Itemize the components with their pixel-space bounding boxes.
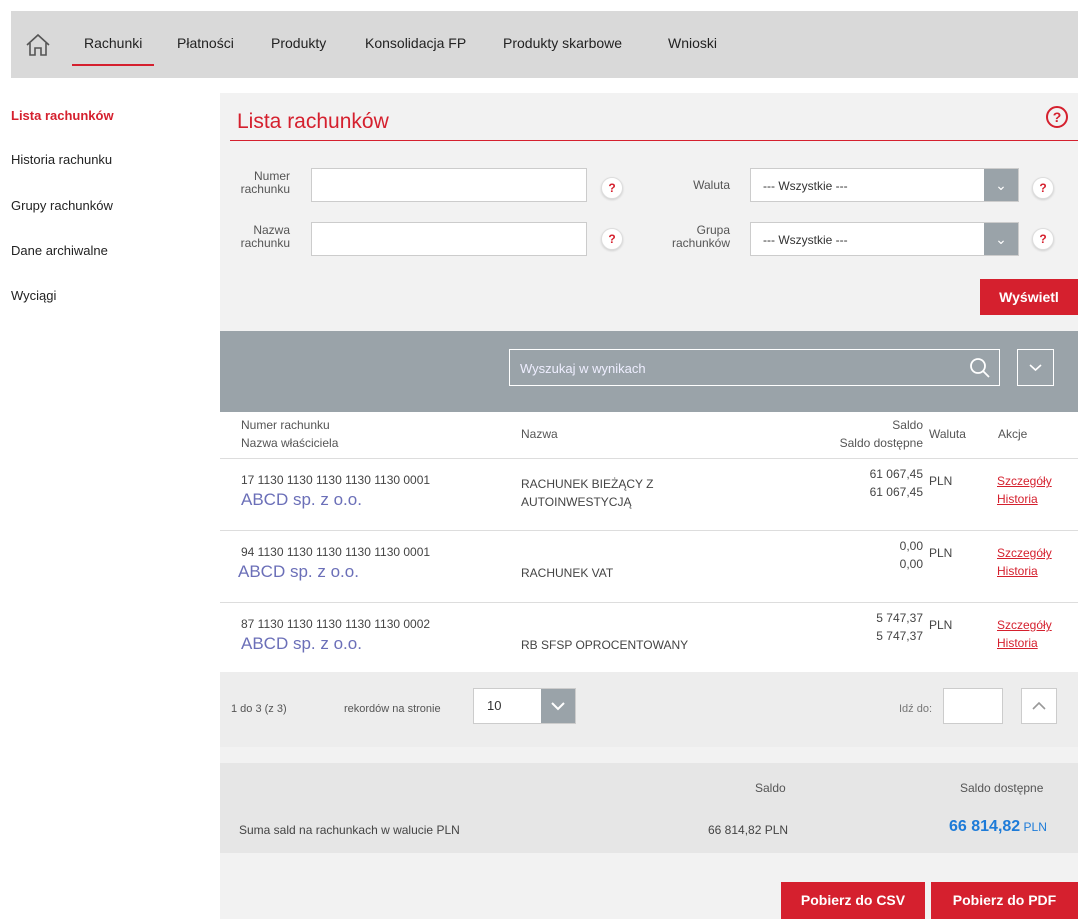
saldo-values: 0,00 0,00	[899, 539, 923, 571]
search-bar: Wyszukaj w wynikach	[220, 331, 1078, 412]
top-navigation: Rachunki Płatności Produkty Konsolidacja…	[11, 11, 1078, 78]
row-actions: Szczegóły Historia	[997, 616, 1052, 652]
account-number: 87 1130 1130 1130 1130 1130 0002	[241, 617, 431, 631]
sidebar-item-dane-archiwalne[interactable]: Dane archiwalne	[11, 243, 108, 258]
sidebar-item-historia[interactable]: Historia rachunku	[11, 152, 112, 167]
history-link[interactable]: Historia	[997, 634, 1052, 652]
summary-available-header: Saldo dostępne	[960, 781, 1044, 795]
currency-help-icon[interactable]: ?	[1032, 177, 1054, 199]
group-help-icon[interactable]: ?	[1032, 228, 1054, 250]
header-actions: Akcje	[998, 427, 1028, 441]
owner-name: ABCD sp. z o.o.	[241, 634, 402, 657]
expand-search-button[interactable]	[1017, 349, 1054, 386]
download-pdf-button[interactable]: Pobierz do PDF	[931, 882, 1078, 919]
chevron-up-icon	[1032, 701, 1046, 710]
sidebar-item-grupy[interactable]: Grupy rachunków	[11, 198, 113, 213]
summary-label: Suma sald na rachunkach w walucie PLN	[239, 823, 460, 837]
summary-panel: Saldo Saldo dostępne Suma sald na rachun…	[220, 763, 1078, 853]
account-name: RB SFSP OPROCENTOWANY	[521, 638, 689, 652]
group-select[interactable]: --- Wszystkie --- ⌄	[750, 222, 1019, 256]
history-link[interactable]: Historia	[997, 562, 1052, 580]
row-actions: Szczegóły Historia	[997, 472, 1052, 508]
header-name: Nazwa	[521, 427, 558, 441]
owner-name: ABCD sp. z o.o.	[241, 490, 402, 513]
group-label: Grupa rachunków	[671, 223, 730, 250]
account-number: 17 1130 1130 1130 1130 1130 0001	[241, 473, 431, 487]
sidebar-item-wyciagi[interactable]: Wyciągi	[11, 288, 56, 303]
header-number: Numer rachunku Nazwa właściciela	[241, 418, 339, 450]
currency-label: Waluta	[693, 178, 730, 192]
row-actions: Szczegóły Historia	[997, 544, 1052, 580]
sidebar-item-lista-rachunkow[interactable]: Lista rachunków	[11, 108, 114, 123]
table-row: 87 1130 1130 1130 1130 1130 0002 ABCD sp…	[220, 602, 1078, 674]
nav-rachunki[interactable]: Rachunki	[71, 35, 155, 66]
summary-available: 66 814,82 PLN	[949, 818, 1047, 835]
details-link[interactable]: Szczegóły	[997, 544, 1052, 562]
currency-select[interactable]: --- Wszystkie --- ⌄	[750, 168, 1019, 202]
saldo-values: 61 067,45 61 067,45	[869, 467, 923, 499]
nav-platnosci[interactable]: Płatności	[177, 35, 234, 51]
owner-name: ABCD sp. z o.o.	[238, 562, 399, 585]
account-number-label: Numer rachunku	[240, 169, 290, 196]
summary-saldo: 66 814,82 PLN	[708, 823, 789, 837]
account-name-input[interactable]	[311, 222, 587, 256]
account-number: 94 1130 1130 1130 1130 1130 0001	[241, 545, 431, 559]
chevron-down-icon[interactable]: ⌄	[984, 223, 1018, 255]
currency-value: PLN	[929, 474, 953, 488]
currency-value: PLN	[929, 546, 953, 560]
main-panel: Lista rachunków ? Numer rachunku ? Waluta…	[220, 93, 1078, 919]
chevron-down-icon	[1029, 364, 1042, 372]
download-csv-button[interactable]: Pobierz do CSV	[781, 882, 925, 919]
header-saldo: Saldo Saldo dostępne	[839, 418, 923, 450]
account-name: RACHUNEK BIEŻĄCY Z AUTOINWESTYCJĄ	[521, 477, 654, 509]
nav-produkty-skarbowe[interactable]: Produkty skarbowe	[503, 35, 622, 51]
header-currency: Waluta	[929, 427, 966, 441]
per-page-label: rekordów na stronie	[344, 703, 441, 715]
table-row: 94 1130 1130 1130 1130 1130 0001 ABCD sp…	[220, 530, 1078, 602]
title-divider	[230, 140, 1078, 141]
page-title: Lista rachunków	[237, 110, 389, 133]
nav-konsolidacja[interactable]: Konsolidacja FP	[365, 35, 466, 51]
summary-saldo-header: Saldo	[755, 781, 786, 795]
account-number-input[interactable]	[311, 168, 587, 202]
help-icon[interactable]: ?	[1046, 106, 1068, 128]
chevron-down-icon[interactable]: ⌄	[984, 169, 1018, 201]
chevron-down-icon[interactable]	[541, 689, 575, 723]
nav-produkty[interactable]: Produkty	[271, 35, 326, 51]
per-page-select[interactable]: 10	[473, 688, 576, 724]
search-input[interactable]: Wyszukaj w wynikach	[509, 349, 1000, 386]
history-link[interactable]: Historia	[997, 490, 1052, 508]
account-name-label: Nazwa rachunku	[240, 223, 290, 250]
details-link[interactable]: Szczegóły	[997, 616, 1052, 634]
goto-input[interactable]	[943, 688, 1003, 724]
scroll-top-button[interactable]	[1021, 688, 1057, 724]
nav-wnioski[interactable]: Wnioski	[668, 35, 717, 51]
per-page-value: 10	[487, 698, 502, 713]
account-name: RACHUNEK VAT	[521, 566, 614, 580]
records-range: 1 do 3 (z 3)	[231, 703, 287, 715]
show-button[interactable]: Wyświetl	[980, 279, 1078, 315]
pagination-bar: 1 do 3 (z 3) rekordów na stronie 10 Idź …	[220, 672, 1078, 747]
search-icon[interactable]	[969, 357, 991, 379]
goto-label: Idź do:	[899, 703, 933, 715]
account-name-help-icon[interactable]: ?	[601, 228, 623, 250]
account-number-help-icon[interactable]: ?	[601, 177, 623, 199]
table-row: 17 1130 1130 1130 1130 1130 0001 ABCD sp…	[220, 458, 1078, 530]
details-link[interactable]: Szczegóły	[997, 472, 1052, 490]
currency-value: PLN	[929, 618, 953, 632]
home-icon[interactable]	[25, 33, 51, 57]
saldo-values: 5 747,37 5 747,37	[876, 611, 923, 643]
